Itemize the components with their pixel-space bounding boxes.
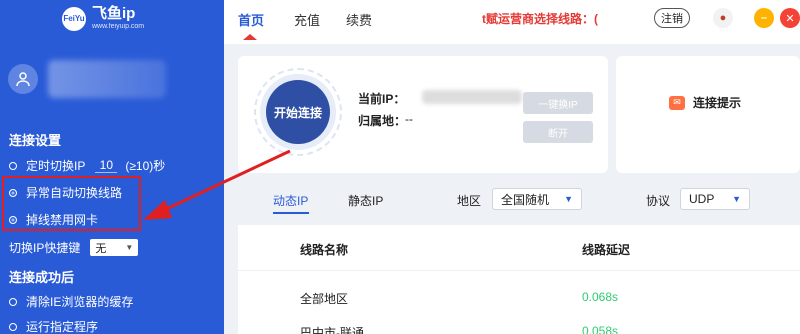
hotkey-option: 切换IP快捷键 无 ▼ (9, 239, 139, 256)
start-connect-button[interactable]: 开始连接 (266, 80, 330, 144)
active-tab-indicator (243, 34, 257, 40)
column-header-line-name: 线路名称 (300, 243, 349, 257)
user-info (8, 60, 166, 98)
table-row-latency: 0.068s (582, 290, 619, 304)
tab-home[interactable]: 首页 (238, 10, 264, 29)
clear-cache-radio[interactable] (9, 297, 17, 306)
tab-dynamic-ip[interactable]: 动态IP (273, 192, 308, 209)
tab-renew[interactable]: 续费 (346, 10, 372, 29)
connect-card: 开始连接 当前IP： 归属地： -- 一键换IP 断开 (238, 56, 608, 173)
user-avatar-icon[interactable] (8, 64, 38, 94)
connect-hint-card[interactable]: ✉ 连接提示 (616, 56, 800, 173)
column-header-latency: 线路延迟 (582, 243, 631, 257)
current-ip-redacted (422, 90, 522, 104)
minimize-icon[interactable]: – (754, 8, 774, 28)
message-icon: ✉ (669, 95, 685, 110)
logout-button[interactable]: 注销 (654, 8, 690, 28)
chevron-down-icon: ▼ (732, 194, 741, 204)
protocol-select-value: UDP (689, 192, 715, 206)
top-nav: 首页 充值 续费 t赋运营商选择线路：( 注销 ● – ✕ (224, 0, 800, 44)
table-row-name[interactable]: 巴中市-联通 (300, 324, 364, 334)
timed-switch-label: 定时切换IP (26, 159, 86, 173)
app-logo: FeiYu 飞鱼ip www.feiyuip.com (62, 6, 144, 31)
chevron-down-icon: ▼ (125, 243, 134, 252)
timed-switch-radio[interactable] (9, 161, 17, 170)
after-connect-title: 连接成功后 (9, 270, 75, 285)
logo-badge: FeiYu (62, 6, 86, 31)
annotation-highlight-box (2, 176, 141, 231)
timed-switch-unit: (≥10)秒 (125, 159, 166, 173)
notice-marquee: t赋运营商选择线路：( (482, 12, 598, 26)
clear-cache-option[interactable]: 清除IE浏览器的缓存 (9, 293, 133, 310)
clear-cache-label: 清除IE浏览器的缓存 (26, 295, 134, 309)
region-label: 归属地： (358, 114, 407, 128)
disconnect-button[interactable]: 断开 (523, 121, 593, 143)
chevron-down-icon: ▼ (564, 194, 573, 204)
line-table: 线路名称 线路延迟 全部地区 0.068s 巴中市-联通 0.058s (238, 225, 800, 334)
region-select[interactable]: 全国随机 ▼ (492, 188, 582, 210)
tab-static-ip[interactable]: 静态IP (348, 192, 383, 209)
run-program-radio[interactable] (9, 322, 17, 331)
timed-switch-option[interactable]: 定时切换IP 10 (≥10)秒 (9, 157, 165, 174)
region-filter-label: 地区 (457, 194, 482, 208)
hotkey-select[interactable]: 无 ▼ (90, 239, 139, 256)
notification-icon[interactable]: ● (713, 8, 733, 28)
one-click-switch-button[interactable]: 一键换IP (523, 92, 593, 114)
app-url: www.feiyuip.com (92, 23, 145, 30)
run-program-label: 运行指定程序 (26, 320, 99, 334)
hotkey-value: 无 (95, 242, 107, 255)
close-icon[interactable]: ✕ (780, 8, 800, 28)
hotkey-label: 切换IP快捷键 (9, 241, 81, 255)
protocol-select[interactable]: UDP ▼ (680, 188, 750, 210)
app-name: 飞鱼ip (92, 5, 136, 22)
table-divider (238, 270, 800, 271)
tab-recharge[interactable]: 充值 (294, 10, 320, 29)
dynamic-tab-underline (273, 212, 309, 214)
region-select-value: 全国随机 (501, 192, 550, 207)
connect-hint-label: 连接提示 (693, 96, 742, 110)
timed-switch-seconds-input[interactable]: 10 (95, 158, 118, 173)
connection-settings-title: 连接设置 (9, 133, 62, 148)
protocol-filter-label: 协议 (646, 194, 671, 208)
sidebar: FeiYu 飞鱼ip www.feiyuip.com 连接设置 定时切换IP 1… (0, 0, 224, 334)
region-value: -- (405, 112, 413, 126)
table-row-name[interactable]: 全部地区 (300, 290, 348, 307)
current-ip-label: 当前IP： (358, 92, 406, 106)
table-row-latency: 0.058s (582, 324, 619, 334)
username-redacted (48, 60, 166, 98)
run-program-option[interactable]: 运行指定程序 (9, 318, 98, 334)
